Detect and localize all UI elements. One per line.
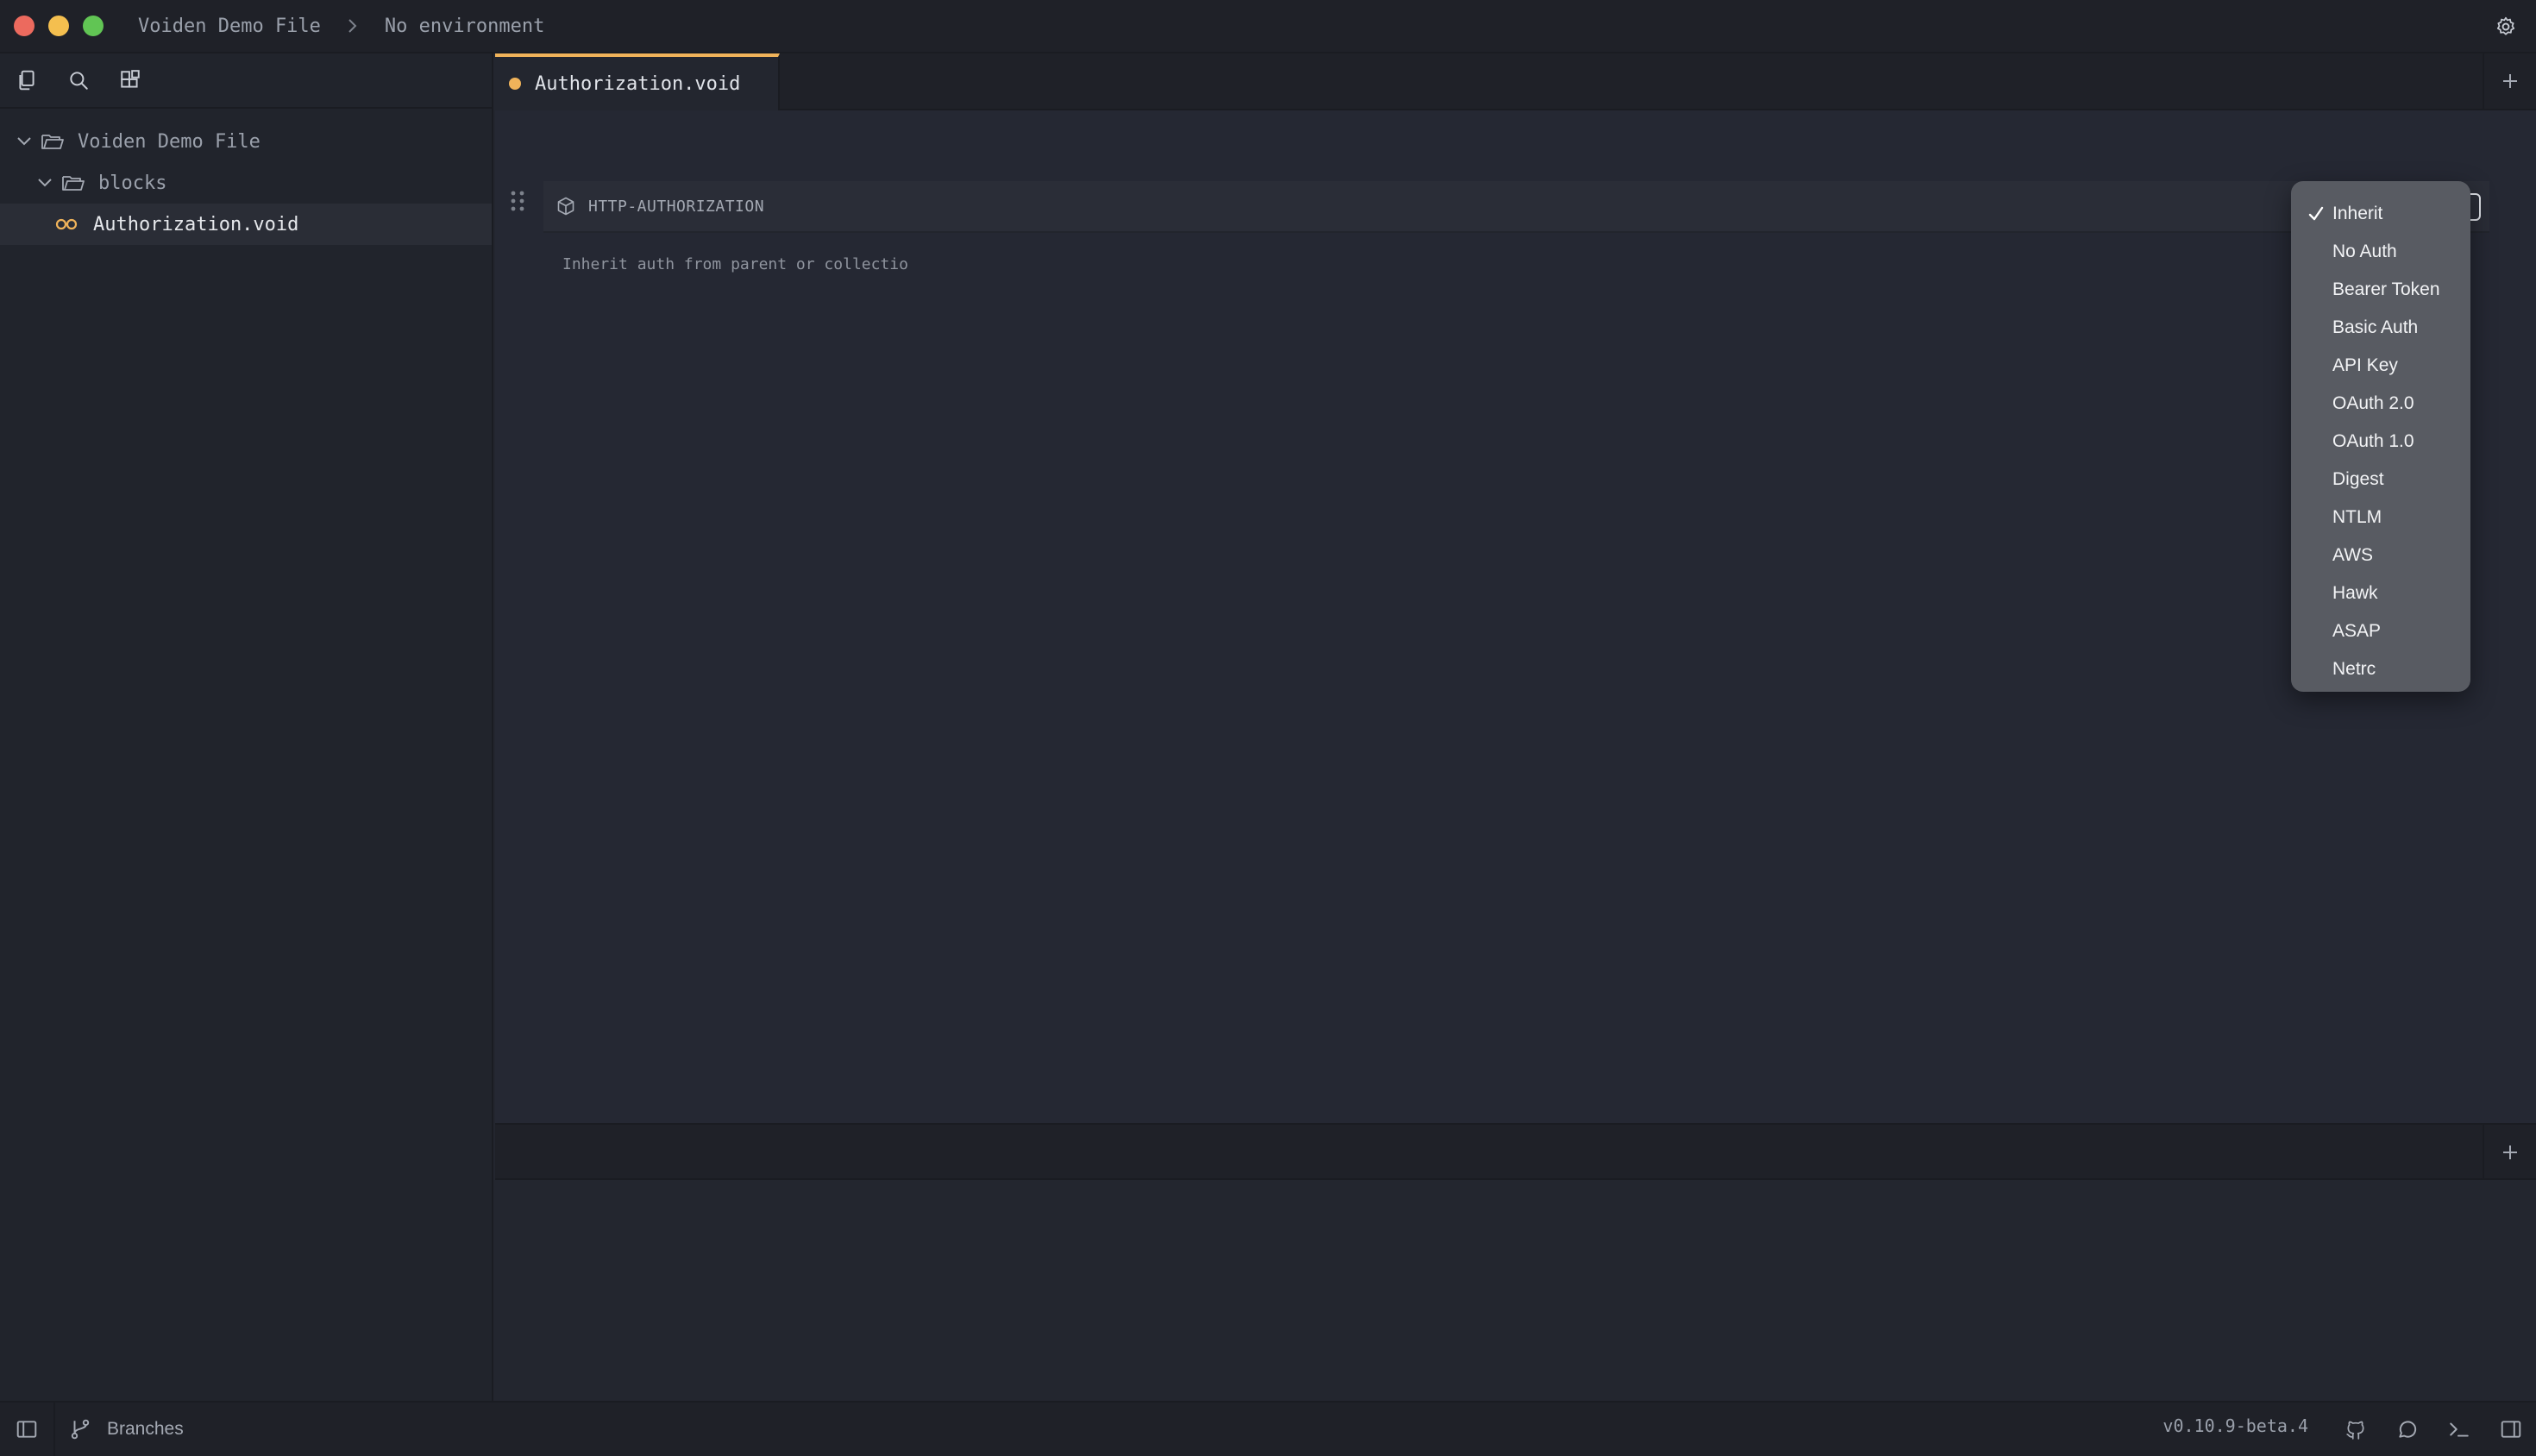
branches-label: Branches	[107, 1419, 184, 1439]
option-label: NTLM	[2332, 507, 2382, 527]
environment-selector[interactable]: No environment	[385, 16, 544, 37]
tree-item-label: Voiden Demo File	[78, 130, 261, 153]
tab-label: Authorization.void	[535, 72, 741, 95]
option-label: Inherit	[2332, 204, 2383, 223]
settings-button[interactable]	[2493, 14, 2519, 40]
new-tab-button[interactable]	[2483, 53, 2536, 109]
new-panel-tab-button[interactable]	[2483, 1125, 2536, 1180]
dropdown-option-oauth2[interactable]: OAuth 2.0	[2291, 385, 2470, 423]
dropdown-option-no-auth[interactable]: No Auth	[2291, 233, 2470, 271]
close-window-button[interactable]	[14, 16, 35, 36]
bottom-panel-tab-bar	[495, 1123, 2536, 1180]
status-bar: Branches v0.10.9-beta.4	[0, 1401, 2536, 1456]
dropdown-option-hawk[interactable]: Hawk	[2291, 574, 2470, 612]
tab-authorization-void[interactable]: Authorization.void	[495, 53, 780, 110]
option-label: Bearer Token	[2332, 279, 2440, 299]
gear-icon	[2496, 16, 2515, 35]
tree-item-blocks[interactable]: blocks	[0, 162, 492, 204]
checkmark-icon	[2308, 206, 2324, 221]
plus-icon	[2503, 74, 2517, 88]
sidebar-toolbar	[0, 53, 492, 109]
chat-bubble-icon	[2399, 1421, 2417, 1438]
dropdown-option-bearer-token[interactable]: Bearer Token	[2291, 271, 2470, 309]
dropdown-option-asap[interactable]: ASAP	[2291, 612, 2470, 650]
block-title: HTTP-AUTHORIZATION	[588, 197, 765, 216]
sidebar-left-icon	[16, 1421, 37, 1438]
editor-area[interactable]: HTTP-AUTHORIZATION Inherit auth from par…	[495, 110, 2536, 1123]
toggle-sidebar-button[interactable]	[14, 1416, 40, 1442]
explorer-button[interactable]	[14, 67, 40, 93]
branches-button[interactable]: Branches	[67, 1416, 184, 1442]
dropdown-option-ntlm[interactable]: NTLM	[2291, 499, 2470, 537]
folder-open-icon	[40, 131, 66, 152]
dropdown-option-digest[interactable]: Digest	[2291, 461, 2470, 499]
chevron-down-icon	[35, 173, 55, 193]
github-button[interactable]	[2343, 1416, 2369, 1442]
dropdown-option-basic-auth[interactable]: Basic Auth	[2291, 309, 2470, 347]
breadcrumb: Voiden Demo File No environment	[138, 16, 544, 37]
sidebar-right-icon	[2501, 1421, 2521, 1438]
git-branch-icon	[67, 1416, 93, 1442]
option-label: Hawk	[2332, 583, 2378, 603]
dropdown-option-inherit[interactable]: Inherit	[2291, 195, 2470, 233]
extensions-button[interactable]	[117, 67, 143, 93]
void-file-icon	[53, 214, 79, 235]
sidebar: Voiden Demo File blocks Authorization.vo…	[0, 53, 493, 1401]
tree-item-root[interactable]: Voiden Demo File	[0, 121, 492, 162]
github-icon	[2346, 1421, 2364, 1440]
option-label: AWS	[2332, 545, 2374, 565]
auth-description: Inherit auth from parent or collectio	[562, 255, 908, 273]
option-label: Netrc	[2332, 659, 2376, 679]
chevron-right-icon	[347, 18, 359, 34]
auth-type-dropdown: Inherit No Auth Bearer Token Basic Auth …	[2291, 181, 2470, 692]
cube-icon	[556, 196, 576, 217]
dropdown-option-api-key[interactable]: API Key	[2291, 347, 2470, 385]
dropdown-option-aws[interactable]: AWS	[2291, 537, 2470, 574]
dropdown-option-netrc[interactable]: Netrc	[2291, 650, 2470, 688]
unsaved-dot-icon	[509, 78, 521, 90]
option-label: API Key	[2332, 355, 2398, 375]
divider	[53, 1402, 55, 1456]
version-label: v0.10.9-beta.4	[2163, 1415, 2308, 1436]
editor-tab-bar: Authorization.void	[495, 53, 2536, 110]
search-icon	[70, 72, 88, 90]
terminal-button[interactable]	[2446, 1416, 2472, 1442]
drag-handle-icon[interactable]	[507, 188, 528, 214]
terminal-icon	[2450, 1422, 2469, 1437]
search-button[interactable]	[66, 67, 91, 93]
title-bar: Voiden Demo File No environment	[0, 0, 2536, 53]
chevron-down-icon	[14, 131, 35, 152]
option-label: No Auth	[2332, 242, 2397, 261]
bottom-panel	[495, 1180, 2536, 1401]
dropdown-option-oauth1[interactable]: OAuth 1.0	[2291, 423, 2470, 461]
files-icon	[19, 70, 35, 91]
file-tree: Voiden Demo File blocks Authorization.vo…	[0, 109, 492, 245]
option-label: ASAP	[2332, 621, 2382, 641]
tree-item-label: Authorization.void	[93, 213, 299, 235]
auth-block-header: HTTP-AUTHORIZATION	[543, 181, 2489, 233]
option-label: OAuth 2.0	[2332, 393, 2414, 413]
toggle-right-panel-button[interactable]	[2498, 1416, 2524, 1442]
tree-item-label: blocks	[98, 172, 167, 194]
maximize-window-button[interactable]	[83, 16, 104, 36]
blocks-icon	[121, 70, 140, 88]
feedback-button[interactable]	[2395, 1416, 2420, 1442]
window-controls	[14, 16, 104, 36]
tree-item-authorization-file[interactable]: Authorization.void	[0, 204, 492, 245]
option-label: Basic Auth	[2332, 317, 2419, 337]
folder-open-icon	[60, 173, 86, 193]
plus-icon	[2503, 1145, 2517, 1159]
project-name[interactable]: Voiden Demo File	[138, 16, 321, 37]
minimize-window-button[interactable]	[48, 16, 69, 36]
option-label: OAuth 1.0	[2332, 431, 2414, 451]
option-label: Digest	[2332, 469, 2384, 489]
